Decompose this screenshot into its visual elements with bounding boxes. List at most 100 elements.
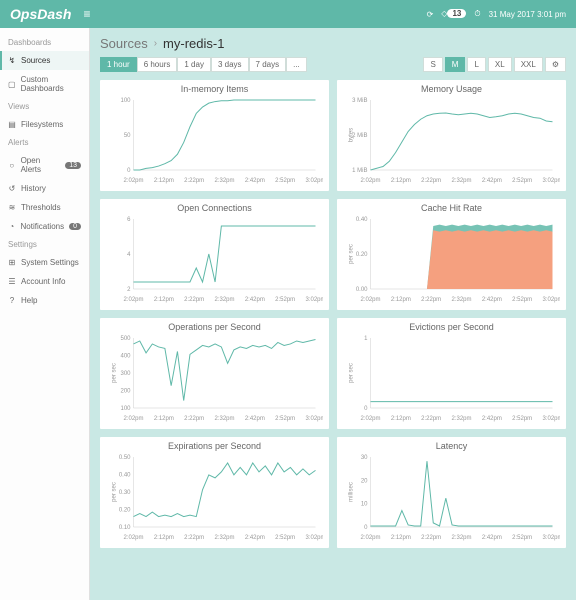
svg-text:2:22pm: 2:22pm bbox=[421, 535, 441, 541]
timerange-button[interactable]: 7 days bbox=[249, 57, 287, 72]
alert-bell-icon[interactable]: ◇13 bbox=[441, 8, 466, 20]
breadcrumb-root[interactable]: Sources bbox=[100, 36, 148, 51]
size-button[interactable]: M bbox=[445, 57, 466, 72]
chart-plot[interactable]: 0.100.200.300.400.502:02pm2:12pm2:22pm2:… bbox=[106, 453, 323, 541]
size-button[interactable]: S bbox=[423, 57, 442, 72]
svg-text:2:42pm: 2:42pm bbox=[245, 178, 265, 184]
sidebar-item[interactable]: ↯Sources bbox=[0, 51, 89, 70]
chart-plot[interactable]: 0.000.200.402:02pm2:12pm2:22pm2:32pm2:42… bbox=[343, 215, 560, 303]
chart-title: Evictions per Second bbox=[343, 322, 560, 332]
size-button[interactable]: XL bbox=[488, 57, 512, 72]
svg-text:2:52pm: 2:52pm bbox=[275, 297, 295, 303]
sidebar-item-label: System Settings bbox=[21, 258, 79, 267]
svg-text:0.30: 0.30 bbox=[119, 490, 131, 496]
svg-text:3:02pm: 3:02pm bbox=[542, 178, 560, 184]
svg-text:400: 400 bbox=[120, 354, 131, 360]
svg-text:2:02pm: 2:02pm bbox=[360, 535, 380, 541]
sidebar-item[interactable]: ▤Filesystems bbox=[0, 115, 89, 134]
chart-plot[interactable]: 1 MiB2 MiB3 MiB2:02pm2:12pm2:22pm2:32pm2… bbox=[343, 96, 560, 184]
svg-text:2:02pm: 2:02pm bbox=[123, 178, 143, 184]
svg-text:2:12pm: 2:12pm bbox=[154, 178, 174, 184]
svg-text:2:52pm: 2:52pm bbox=[275, 535, 295, 541]
timerange-button[interactable]: 3 days bbox=[211, 57, 249, 72]
sidebar-item[interactable]: ⊞System Settings bbox=[0, 253, 89, 272]
svg-text:0.40: 0.40 bbox=[119, 473, 131, 479]
sidebar-item[interactable]: ▢Custom Dashboards bbox=[0, 70, 89, 98]
sidebar-item-icon: ? bbox=[8, 296, 16, 305]
svg-text:2:42pm: 2:42pm bbox=[482, 178, 502, 184]
chevron-right-icon: › bbox=[154, 38, 157, 49]
sidebar-header: Settings bbox=[0, 236, 89, 253]
svg-text:2:12pm: 2:12pm bbox=[154, 297, 174, 303]
svg-text:2:32pm: 2:32pm bbox=[214, 416, 234, 422]
size-button[interactable]: XXL bbox=[514, 57, 543, 72]
sidebar-item-label: Open Alerts bbox=[21, 156, 61, 174]
sidebar-item[interactable]: ≋Thresholds bbox=[0, 198, 89, 217]
chart-plot[interactable]: 2462:02pm2:12pm2:22pm2:32pm2:42pm2:52pm3… bbox=[106, 215, 323, 303]
chart-card: Open Connections2462:02pm2:12pm2:22pm2:3… bbox=[100, 199, 329, 310]
svg-text:2:42pm: 2:42pm bbox=[482, 535, 502, 541]
svg-text:2:42pm: 2:42pm bbox=[245, 535, 265, 541]
chart-grid: In-memory Items0501002:02pm2:12pm2:22pm2… bbox=[100, 80, 566, 548]
svg-text:100: 100 bbox=[120, 98, 131, 104]
chart-card: In-memory Items0501002:02pm2:12pm2:22pm2… bbox=[100, 80, 329, 191]
timerange-button[interactable]: ... bbox=[286, 57, 307, 72]
svg-text:0.10: 0.10 bbox=[119, 525, 131, 531]
sidebar-item[interactable]: ☰Account Info bbox=[0, 272, 89, 291]
sidebar-item-icon: ▢ bbox=[8, 80, 16, 89]
brand-logo: OpsDash bbox=[10, 6, 71, 22]
chart-plot[interactable]: 012:02pm2:12pm2:22pm2:32pm2:42pm2:52pm3:… bbox=[343, 334, 560, 422]
svg-text:2:52pm: 2:52pm bbox=[512, 178, 532, 184]
svg-text:2:32pm: 2:32pm bbox=[451, 178, 471, 184]
chart-title: Expirations per Second bbox=[106, 441, 323, 451]
sidebar-item-icon: ◔ bbox=[8, 222, 16, 231]
svg-text:2:42pm: 2:42pm bbox=[245, 297, 265, 303]
chart-title: Cache Hit Rate bbox=[343, 203, 560, 213]
timerange-button[interactable]: 1 hour bbox=[100, 57, 137, 72]
svg-text:0.40: 0.40 bbox=[356, 217, 368, 223]
sidebar-item-label: Help bbox=[21, 296, 37, 305]
menu-toggle-icon[interactable]: ≡ bbox=[83, 7, 90, 21]
sidebar-item-icon: ○ bbox=[8, 161, 16, 170]
svg-text:2:52pm: 2:52pm bbox=[512, 535, 532, 541]
svg-text:3:02pm: 3:02pm bbox=[305, 416, 323, 422]
svg-text:per sec: per sec bbox=[349, 244, 355, 264]
chart-card: Expirations per Second0.100.200.300.400.… bbox=[100, 437, 329, 548]
svg-text:0.50: 0.50 bbox=[119, 455, 131, 461]
sidebar-item[interactable]: ◔Notifications0 bbox=[0, 217, 89, 236]
svg-text:2:02pm: 2:02pm bbox=[123, 416, 143, 422]
sidebar-header: Dashboards bbox=[0, 34, 89, 51]
svg-text:0.20: 0.20 bbox=[356, 252, 368, 258]
svg-text:per sec: per sec bbox=[112, 482, 118, 502]
sidebar-header: Alerts bbox=[0, 134, 89, 151]
svg-text:2:32pm: 2:32pm bbox=[451, 416, 471, 422]
count-badge: 0 bbox=[69, 223, 81, 230]
sidebar: Dashboards↯Sources▢Custom DashboardsView… bbox=[0, 28, 90, 600]
svg-text:2:12pm: 2:12pm bbox=[391, 416, 411, 422]
svg-text:2:12pm: 2:12pm bbox=[154, 416, 174, 422]
sidebar-item-icon: ≋ bbox=[8, 203, 16, 212]
svg-text:2:32pm: 2:32pm bbox=[214, 297, 234, 303]
svg-text:2:42pm: 2:42pm bbox=[482, 297, 502, 303]
svg-text:3:02pm: 3:02pm bbox=[542, 416, 560, 422]
svg-text:2:02pm: 2:02pm bbox=[360, 416, 380, 422]
refresh-icon[interactable]: ⟳ bbox=[427, 10, 434, 19]
svg-text:3:02pm: 3:02pm bbox=[542, 535, 560, 541]
svg-text:6: 6 bbox=[127, 217, 131, 223]
chart-title: In-memory Items bbox=[106, 84, 323, 94]
svg-text:2:12pm: 2:12pm bbox=[154, 535, 174, 541]
chart-title: Operations per Second bbox=[106, 322, 323, 332]
topbar: OpsDash ≡ ⟳ ◇13 ⏱ 31 May 2017 3:01 pm bbox=[0, 0, 576, 28]
timerange-button[interactable]: 6 hours bbox=[137, 57, 178, 72]
size-button[interactable]: L bbox=[467, 57, 485, 72]
chart-plot[interactable]: 1002003004005002:02pm2:12pm2:22pm2:32pm2… bbox=[106, 334, 323, 422]
gear-icon[interactable]: ⚙ bbox=[545, 57, 566, 72]
sidebar-item[interactable]: ↺History bbox=[0, 179, 89, 198]
sidebar-item[interactable]: ○Open Alerts13 bbox=[0, 151, 89, 179]
chart-plot[interactable]: 01020302:02pm2:12pm2:22pm2:32pm2:42pm2:5… bbox=[343, 453, 560, 541]
chart-plot[interactable]: 0501002:02pm2:12pm2:22pm2:32pm2:42pm2:52… bbox=[106, 96, 323, 184]
sidebar-item[interactable]: ? Help bbox=[0, 291, 89, 310]
svg-text:2:12pm: 2:12pm bbox=[391, 297, 411, 303]
svg-text:2:42pm: 2:42pm bbox=[245, 416, 265, 422]
timerange-button[interactable]: 1 day bbox=[177, 57, 211, 72]
